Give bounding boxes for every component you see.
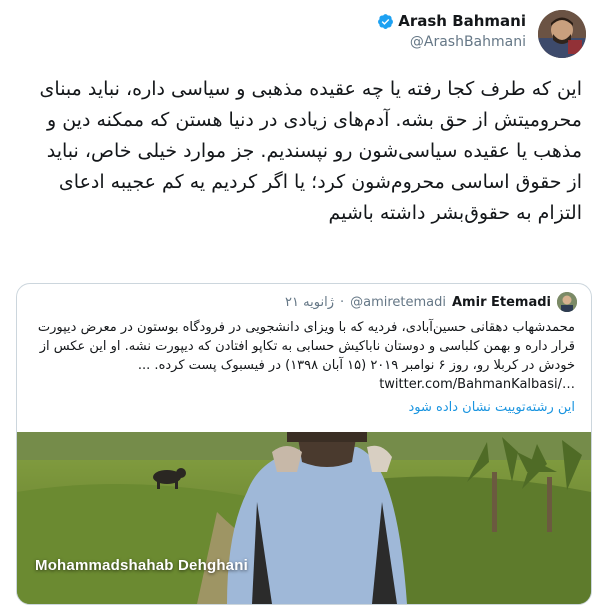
quoted-author-name[interactable]: Amir Etemadi: [452, 295, 551, 310]
quoted-author-avatar[interactable]: [557, 292, 577, 312]
quoted-text-body: محمدشهاب دهقانی حسین‌آبادی، فردیه که با …: [37, 320, 575, 373]
verified-badge-icon: [377, 13, 394, 30]
quoted-date[interactable]: ۲۱ ژانویه: [285, 295, 334, 310]
author-handle[interactable]: @ArashBahmani: [410, 34, 526, 50]
author-name-row[interactable]: Arash Bahmani: [377, 12, 526, 30]
quoted-tweet-header: ۲۱ ژانویه · @amiretemadi Amir Etemadi: [285, 292, 577, 312]
tweet-text: این که طرف کجا رفته یا چه عقیده مذهبی و …: [39, 78, 582, 224]
quoted-author-handle[interactable]: @amiretemadi: [350, 295, 446, 310]
quoted-tweet-text: محمدشهاب دهقانی حسین‌آبادی، فردیه که با …: [33, 318, 575, 394]
quoted-tweet-card[interactable]: ۲۱ ژانویه · @amiretemadi Amir Etemadi مح…: [16, 283, 592, 605]
image-caption: Mohammadshahab Dehghani: [35, 557, 248, 574]
quoted-link[interactable]: twitter.com/BahmanKalbasi/…: [379, 377, 575, 392]
author-avatar[interactable]: [538, 10, 586, 58]
landscape-photo: [17, 432, 591, 604]
tweet-header: Arash Bahmani @ArashBahmani: [0, 0, 598, 62]
avatar-image: [538, 10, 586, 58]
quoted-separator: ·: [339, 294, 345, 310]
show-thread-link[interactable]: این رشته‌توییت نشان داده شود: [409, 400, 575, 415]
author-name: Arash Bahmani: [398, 12, 526, 30]
quoted-tweet-image[interactable]: Mohammadshahab Dehghani: [17, 432, 591, 604]
